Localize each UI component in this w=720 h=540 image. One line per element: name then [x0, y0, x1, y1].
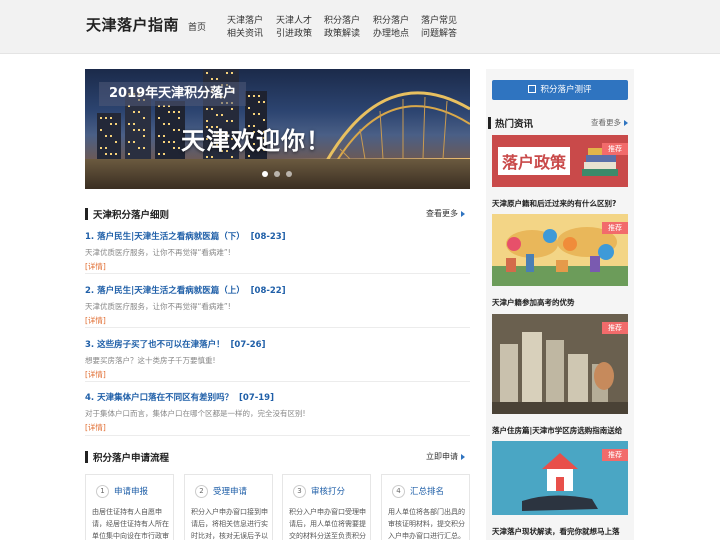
points-evaluation-button[interactable]: 积分落户测评: [492, 80, 628, 100]
nav-label-line1: 落户常见: [420, 16, 457, 26]
recommend-tag: 推荐: [602, 222, 628, 234]
step-number: 4: [392, 485, 405, 498]
hot-news-title: 热门资讯: [495, 119, 534, 130]
article-desc: 对于集体户口而言，集体户口在哪个区都是一样的，完全没有区别!: [85, 409, 306, 418]
section-title: 积分落户申请流程: [93, 453, 170, 464]
article-desc: 想要买房落户？这十类房子千万要慎重!: [85, 356, 216, 365]
carousel-dot[interactable]: [262, 171, 268, 177]
process-section-header: 积分落户申请流程 立即申请: [85, 450, 470, 464]
nav-label-line1: 天津落户: [226, 16, 263, 26]
step-title: 申请申报: [114, 487, 149, 497]
step-number: 3: [293, 485, 306, 498]
article-title[interactable]: 1. 落户民生|天津生活之看病就医篇（下） [08-23]: [85, 230, 470, 242]
recommend-tag: 推荐: [602, 143, 628, 155]
site-header: 天津落户指南 首页 天津落户 相关资讯 天津人才 引进政策 积分落户 政策解读 …: [0, 0, 720, 54]
nav-label-line1: 天津人才: [275, 16, 312, 26]
arrow-right-icon: [461, 453, 465, 460]
hot-news-caption[interactable]: 天津原户籍和后迁过来的有什么区别?: [492, 198, 628, 209]
article-item: 3. 这些房子买了也不可以在津落户！ [07-26] 想要买房落户？这十类房子千…: [85, 338, 470, 380]
hot-news-thumbnail[interactable]: 推荐: [492, 441, 628, 515]
step-desc: 积分入户申办窗口接到申请后，将相关信息进行实时比对，核对无误后予以受理: [191, 508, 268, 540]
arrow-right-icon: [624, 120, 628, 126]
hot-news-caption[interactable]: 天津户籍参加高考的优势: [492, 297, 628, 308]
article-item: 1. 落户民生|天津生活之看病就医篇（下） [08-23] 天津优质医疗服务，让…: [85, 230, 470, 272]
edit-icon: [528, 85, 537, 93]
nav-label-line2: 问题解答: [420, 29, 457, 39]
step-desc: 积分入户申办窗口受理申请后，用人单位将需要提交的材料分送至负责积分: [289, 508, 366, 540]
step-title: 受理申请: [213, 487, 248, 497]
article-detail-link[interactable]: [详情]: [85, 261, 470, 272]
step-desc: 由居住证持有人自愿申请，经居住证持有人所在单位集中向设在市行政审: [92, 508, 169, 540]
divider: [85, 327, 470, 328]
nav-label-line2: 引进政策: [275, 29, 312, 39]
recommend-tag: 推荐: [602, 322, 628, 334]
nav-points-policy[interactable]: 积分落户 政策解读: [317, 15, 367, 41]
nav-label-line2: 办理地点: [372, 29, 409, 39]
article-date: [08-22]: [250, 286, 286, 296]
banner-badge: 2019年天津积分落户: [99, 82, 247, 106]
article-item: 4. 天津集体户口落在不同区有差别吗？ [07-19] 对于集体户口而言，集体户…: [85, 391, 470, 433]
section-bar: [85, 451, 88, 463]
nav-label-line2: 政策解读: [323, 29, 360, 39]
article-title[interactable]: 2. 落户民生|天津生活之看病就医篇（上） [08-22]: [85, 284, 470, 296]
site-logo[interactable]: 天津落户指南: [86, 14, 179, 35]
step-desc: 用人单位将各部门出具的审核证明材料，提交积分入户申办窗口进行汇总。: [388, 508, 465, 540]
nav-label-line1: 积分落户: [372, 16, 409, 26]
step-number: 2: [195, 485, 208, 498]
hot-news-thumbnail[interactable]: 推荐: [492, 314, 628, 414]
step-title: 审核打分: [311, 487, 346, 497]
article-detail-link[interactable]: [详情]: [85, 315, 470, 326]
recommend-tag: 推荐: [602, 449, 628, 461]
process-step-card[interactable]: 1 申请申报 由居住证持有人自愿申请，经居住证持有人所在单位集中向设在市行政审: [85, 474, 174, 540]
policy-banner-text: 落户政策: [498, 147, 571, 175]
hot-news-more-link[interactable]: 查看更多: [591, 117, 628, 128]
hot-news-caption[interactable]: 落户住房篇|天津市学区房选购指南送给: [492, 425, 628, 436]
article-date: [07-26]: [230, 340, 266, 350]
process-step-card[interactable]: 3 审核打分 积分入户申办窗口受理申请后，用人单位将需要提交的材料分送至负责积分: [282, 474, 371, 540]
nav-talent-policy[interactable]: 天津人才 引进政策: [269, 15, 319, 41]
article-date: [08-23]: [250, 232, 286, 242]
banner-title: 天津欢迎你！: [181, 127, 331, 155]
details-section-header: 天津积分落户细则 查看更多: [85, 207, 470, 221]
hot-news-caption[interactable]: 天津落户现状解读，看完你就想马上落: [492, 526, 628, 537]
divider: [85, 381, 470, 382]
apply-now-link[interactable]: 立即申请: [426, 451, 465, 462]
hot-news-thumbnail[interactable]: 落户政策 推荐: [492, 135, 628, 187]
details-more-link[interactable]: 查看更多: [426, 208, 465, 219]
article-detail-link[interactable]: [详情]: [85, 422, 470, 433]
arrow-right-icon: [461, 210, 465, 217]
nav-label-line2: 相关资讯: [226, 29, 263, 39]
hot-news-thumbnail[interactable]: 推荐: [492, 214, 628, 286]
carousel-dot[interactable]: [286, 171, 292, 177]
process-step-card[interactable]: 4 汇总排名 用人单位将各部门出具的审核证明材料，提交积分入户申办窗口进行汇总。: [381, 474, 470, 540]
nav-faq[interactable]: 落户常见 问题解答: [414, 15, 464, 41]
article-date: [07-19]: [239, 393, 274, 403]
article-title[interactable]: 4. 天津集体户口落在不同区有差别吗？ [07-19]: [85, 391, 470, 403]
section-bar: [85, 208, 88, 220]
article-title[interactable]: 3. 这些房子买了也不可以在津落户！ [07-26]: [85, 338, 470, 350]
article-desc: 天津优质医疗服务，让你不再觉得“看病难”!: [85, 302, 231, 311]
nav-tianjin-settle-news[interactable]: 天津落户 相关资讯: [220, 15, 270, 41]
nav-home[interactable]: 首页: [188, 20, 206, 33]
step-title: 汇总排名: [410, 487, 445, 497]
article-desc: 天津优质医疗服务，让你不再觉得“看病难”!: [85, 248, 231, 257]
hot-news-header: 热门资讯 查看更多: [486, 116, 634, 130]
step-number: 1: [96, 485, 109, 498]
divider: [85, 273, 470, 274]
article-detail-link[interactable]: [详情]: [85, 369, 470, 380]
section-bar: [488, 117, 491, 129]
process-step-card[interactable]: 2 受理申请 积分入户申办窗口接到申请后，将相关信息进行实时比对，核对无误后予以…: [184, 474, 273, 540]
section-title: 天津积分落户细则: [93, 210, 170, 221]
article-item: 2. 落户民生|天津生活之看病就医篇（上） [08-22] 天津优质医疗服务，让…: [85, 284, 470, 326]
divider: [85, 435, 470, 436]
carousel-dot[interactable]: [274, 171, 280, 177]
nav-points-location[interactable]: 积分落户 办理地点: [366, 15, 416, 41]
nav-label-line1: 积分落户: [323, 16, 360, 26]
